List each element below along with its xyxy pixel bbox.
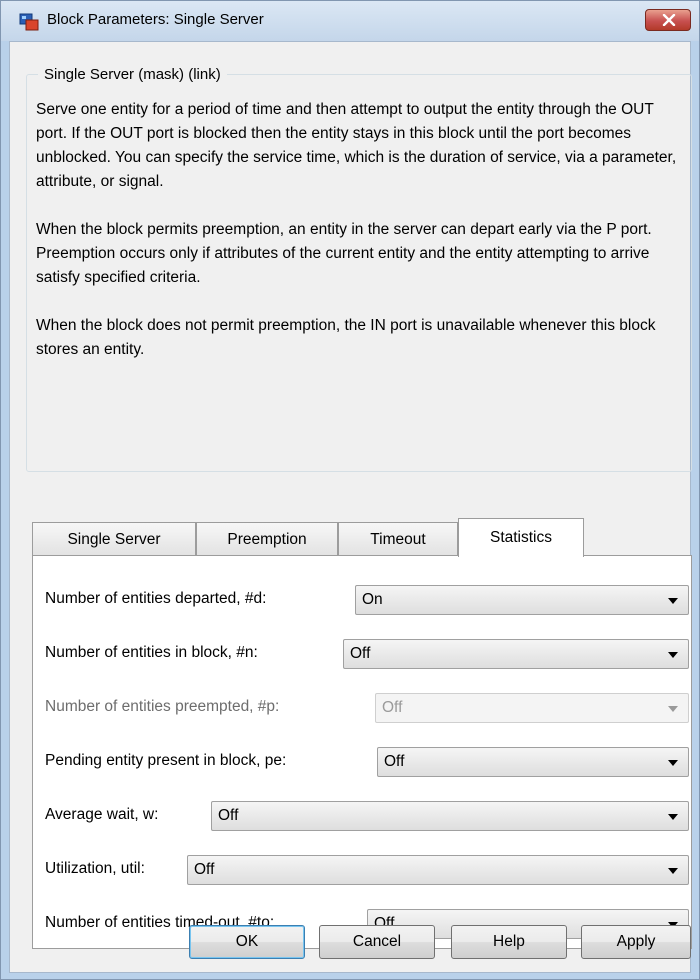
apply-button[interactable]: Apply	[581, 925, 691, 959]
select-value: Off	[382, 699, 403, 716]
select-in-block[interactable]: Off	[343, 639, 689, 669]
close-button[interactable]	[645, 9, 691, 31]
simulink-block-icon	[19, 13, 39, 31]
chevron-down-icon	[668, 868, 678, 874]
help-button[interactable]: Help	[451, 925, 567, 959]
ok-button[interactable]: OK	[189, 925, 305, 959]
tab-timeout[interactable]: Timeout	[338, 522, 458, 556]
param-label-average-wait: Average wait, w:	[45, 806, 159, 823]
chevron-down-icon	[668, 706, 678, 712]
description-paragraph: When the block does not permit preemptio…	[36, 317, 656, 358]
chevron-down-icon	[668, 760, 678, 766]
select-departed[interactable]: On	[355, 585, 689, 615]
select-value: Off	[384, 753, 405, 770]
select-pending[interactable]: Off	[377, 747, 689, 777]
description-paragraph: When the block permits preemption, an en…	[36, 221, 652, 286]
param-label-departed: Number of entities departed, #d:	[45, 590, 267, 607]
select-average-wait[interactable]: Off	[211, 801, 689, 831]
close-icon	[662, 14, 676, 26]
select-value: Off	[218, 807, 239, 824]
tab-preemption[interactable]: Preemption	[196, 522, 338, 556]
description-paragraph: Serve one entity for a period of time an…	[36, 101, 677, 190]
cancel-button[interactable]: Cancel	[319, 925, 435, 959]
statistics-panel: Number of entities departed, #d: On Numb…	[32, 555, 692, 949]
chevron-down-icon	[668, 814, 678, 820]
select-utilization[interactable]: Off	[187, 855, 689, 885]
param-label-utilization: Utilization, util:	[45, 860, 145, 877]
chevron-down-icon	[668, 652, 678, 658]
select-value: On	[362, 591, 383, 608]
dialog-client: Single Server (mask) (link) Serve one en…	[9, 41, 692, 973]
group-title: Single Server (mask) (link)	[38, 66, 227, 83]
select-value: Off	[350, 645, 371, 662]
tab-strip: Single Server Preemption Timeout Statist…	[32, 518, 692, 557]
dialog-window: Block Parameters: Single Server Single S…	[0, 0, 700, 980]
tab-single-server[interactable]: Single Server	[32, 522, 196, 556]
select-value: Off	[194, 861, 215, 878]
chevron-down-icon	[668, 598, 678, 604]
param-label-in-block: Number of entities in block, #n:	[45, 644, 258, 661]
tab-statistics[interactable]: Statistics	[458, 518, 584, 557]
description-text: Serve one entity for a period of time an…	[36, 98, 686, 386]
title-bar[interactable]: Block Parameters: Single Server	[1, 1, 699, 41]
param-label-pending: Pending entity present in block, pe:	[45, 752, 287, 769]
select-preempted: Off	[375, 693, 689, 723]
param-label-preempted: Number of entities preempted, #p:	[45, 698, 280, 715]
window-title: Block Parameters: Single Server	[47, 11, 264, 28]
